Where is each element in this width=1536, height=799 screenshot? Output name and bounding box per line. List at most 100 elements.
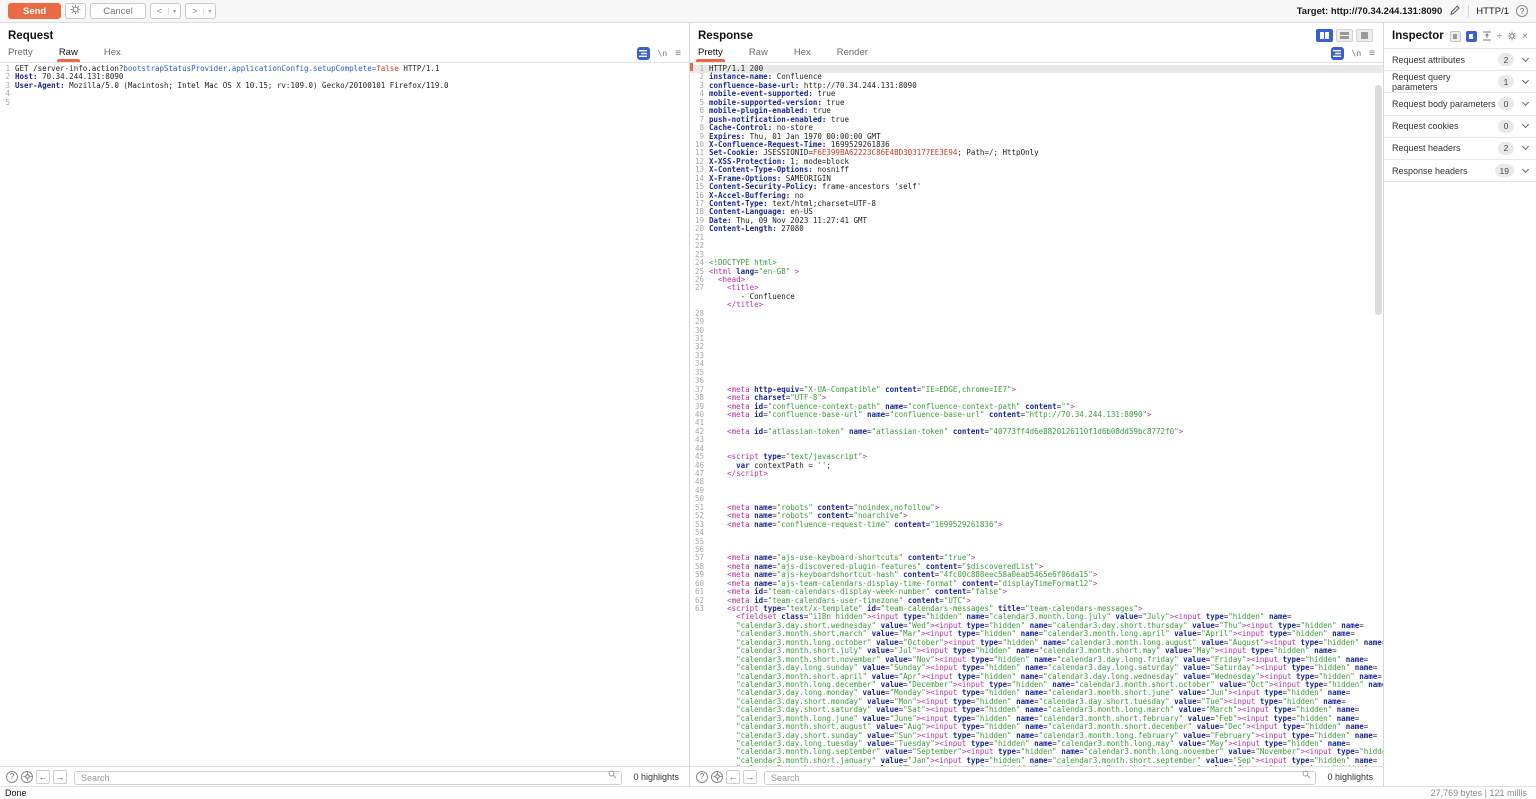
inspector-item-label: Request cookies <box>1392 121 1459 131</box>
code-line: 26 <head> <box>690 276 1383 284</box>
chevron-down-icon[interactable] <box>1522 99 1529 106</box>
inspector-item-request-cookies[interactable]: Request cookies 0 <box>1384 116 1536 138</box>
count-badge: 0 <box>1498 120 1514 133</box>
code-line: - Confluence <box>690 293 1383 301</box>
code-line: 5 <box>0 99 689 107</box>
inspector-item-response-headers[interactable]: Response headers19 <box>1384 160 1536 182</box>
inspector-item-label: Request attributes <box>1392 55 1465 65</box>
history-forward-button[interactable]: > ▾ <box>185 3 216 19</box>
burp-repeater-window: Send Cancel < ▾ > ▾ Target: http://70.34… <box>0 0 1536 799</box>
close-icon[interactable]: × <box>1522 31 1528 42</box>
search-next-button[interactable]: → <box>743 770 757 784</box>
inspector-item-label: Request query parameters <box>1392 72 1498 92</box>
panel-divider-handle[interactable] <box>690 63 693 71</box>
code-line: 34 <box>690 360 1383 368</box>
code-line: 48 <box>690 478 1383 486</box>
chevron-down-icon[interactable] <box>1522 165 1529 172</box>
prettify-icon[interactable] <box>1331 47 1344 60</box>
cancel-button[interactable]: Cancel <box>90 3 146 19</box>
response-layout-toggles <box>1316 29 1373 42</box>
response-tab-raw[interactable]: Raw <box>749 47 768 62</box>
request-editor[interactable]: 1GET /server-info.action?bootstrapStatus… <box>0 63 689 766</box>
gear-icon[interactable] <box>1507 31 1517 41</box>
search-settings-gear-icon[interactable] <box>711 771 723 783</box>
search-prev-button[interactable]: ← <box>36 770 50 784</box>
http-version-selector[interactable]: HTTP/1 <box>1476 6 1509 17</box>
editor-menu-icon[interactable]: ≡ <box>675 48 681 59</box>
request-search-bar: ? ← → 0 highlights <box>0 766 689 786</box>
search-icon <box>608 770 617 779</box>
caret-down-icon[interactable]: ▾ <box>203 8 215 15</box>
status-bar: Done 27,769 bytes | 121 millis <box>0 786 1536 799</box>
search-prev-button[interactable]: ← <box>726 770 740 784</box>
response-size-timing: 27,769 bytes | 121 millis <box>1431 788 1531 798</box>
request-tab-raw[interactable]: Raw <box>59 47 78 62</box>
chevron-down-icon[interactable] <box>1522 55 1529 62</box>
request-tab-hex[interactable]: Hex <box>104 47 121 62</box>
request-tab-pretty[interactable]: Pretty <box>8 47 33 62</box>
expand-divider-icon[interactable]: ÷ <box>1497 31 1503 42</box>
search-icon <box>1302 770 1311 779</box>
inspector-item-label: Request headers <box>1392 143 1461 153</box>
code-line: 21 <box>690 234 1383 242</box>
code-line: "calendar3.day.long.thursday" value="Thu… <box>690 765 1383 766</box>
help-icon[interactable]: ? <box>1516 5 1528 17</box>
chevron-down-icon[interactable] <box>1522 77 1529 84</box>
response-tab-render[interactable]: Render <box>837 47 868 62</box>
code-line: 29 <box>690 318 1383 326</box>
inspector-item-request-attributes[interactable]: Request attributes 2 <box>1384 49 1536 71</box>
code-line: 43 <box>690 436 1383 444</box>
target-label: Target: http://70.34.244.131:8090 <box>1297 6 1443 17</box>
inspector-item-request-body-parameters[interactable]: Request body parameters0 <box>1384 93 1536 115</box>
target-url: http://70.34.244.131:8090 <box>1331 6 1442 17</box>
show-newlines-icon[interactable]: \n <box>1352 49 1362 58</box>
history-back-button[interactable]: < ▾ <box>150 3 181 19</box>
search-next-button[interactable]: → <box>53 770 67 784</box>
code-line: 20Content-Length: 27080 <box>690 225 1383 233</box>
code-line: 25<html lang="en-GB" > <box>690 268 1383 276</box>
show-newlines-icon[interactable]: \n <box>658 49 668 58</box>
layout-single-icon[interactable] <box>1356 29 1373 42</box>
inspector-title: Inspector <box>1392 30 1444 42</box>
collapse-all-icon[interactable] <box>1482 31 1492 41</box>
response-scrollbar[interactable] <box>1375 85 1382 315</box>
search-settings-gear-icon[interactable] <box>21 771 33 783</box>
editor-menu-icon[interactable]: ≡ <box>1369 48 1375 59</box>
inspector-panel: Inspector ÷ × Request attributes2Request… <box>1384 23 1536 786</box>
inspector-item-request-headers[interactable]: Request headers2 <box>1384 138 1536 160</box>
response-tab-pretty[interactable]: Pretty <box>698 47 723 62</box>
request-search-input[interactable] <box>74 771 622 785</box>
edit-target-pencil-icon[interactable] <box>1449 4 1461 19</box>
code-line: </title> <box>690 301 1383 309</box>
response-editor[interactable]: 1HTTP/1.1 2002instance-name: Confluence3… <box>690 63 1383 766</box>
search-help-icon[interactable]: ? <box>696 771 708 783</box>
code-line: 4 <box>0 90 689 98</box>
count-badge: 0 <box>1498 97 1514 110</box>
code-line: 31 <box>690 335 1383 343</box>
send-settings-button[interactable] <box>65 3 86 19</box>
inspector-dock-left-icon[interactable] <box>1450 31 1461 42</box>
code-line: 54 <box>690 529 1383 537</box>
code-line: 40 <meta id="confluence-base-url" name="… <box>690 411 1383 419</box>
prettify-icon[interactable] <box>637 47 650 60</box>
inspector-dock-right-icon[interactable] <box>1466 31 1477 42</box>
layout-columns-icon[interactable] <box>1316 29 1333 42</box>
response-tab-bar: Pretty Raw Hex Render <box>690 44 1383 63</box>
request-tab-bar: Pretty Raw Hex <box>0 44 689 63</box>
chevron-down-icon[interactable] <box>1522 143 1529 150</box>
layout-rows-icon[interactable] <box>1336 29 1353 42</box>
code-line: 32 <box>690 343 1383 351</box>
chevron-down-icon[interactable] <box>1522 121 1529 128</box>
send-button[interactable]: Send <box>8 3 61 19</box>
gear-icon <box>70 4 81 18</box>
response-search-input[interactable] <box>764 771 1316 785</box>
response-search-bar: ? ← → 0 highlights <box>690 766 1383 786</box>
inspector-item-request-query-parameters[interactable]: Request query parameters1 <box>1384 71 1536 93</box>
request-panel-title: Request <box>0 23 689 44</box>
status-text: Done <box>5 788 27 798</box>
search-help-icon[interactable]: ? <box>6 771 18 783</box>
caret-down-icon[interactable]: ▾ <box>168 8 180 15</box>
code-line: 3User-Agent: Mozilla/5.0 (Macintosh; Int… <box>0 82 689 90</box>
count-badge: 2 <box>1498 53 1514 66</box>
response-tab-hex[interactable]: Hex <box>794 47 811 62</box>
